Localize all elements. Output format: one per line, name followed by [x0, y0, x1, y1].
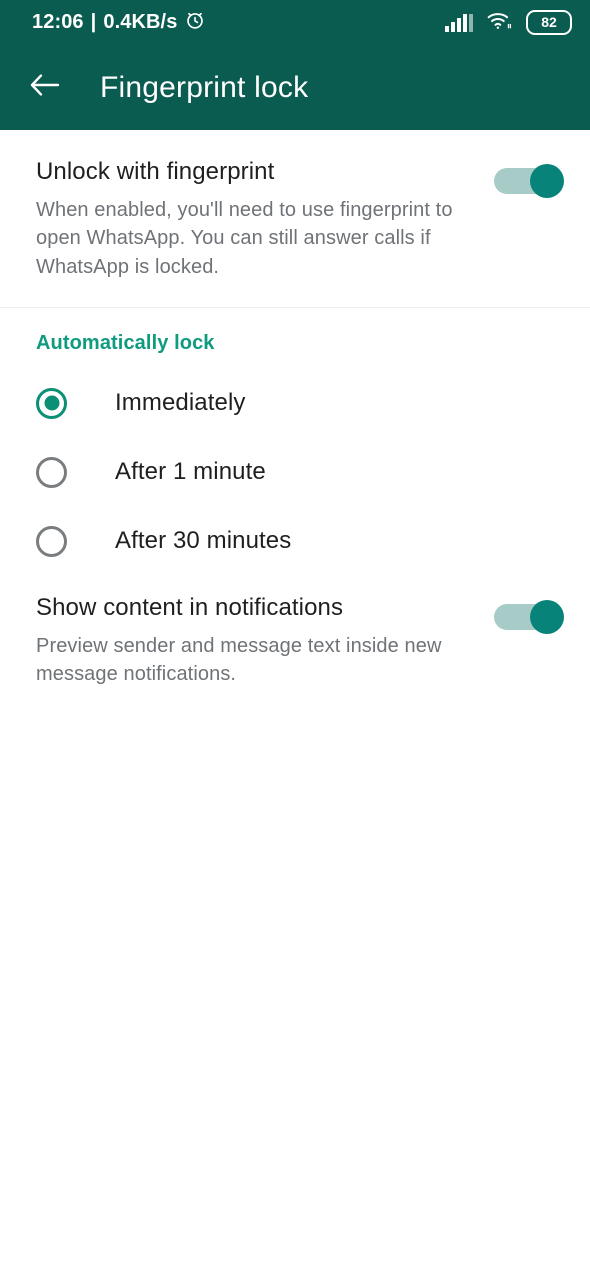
status-network-speed: 0.4KB/s	[103, 11, 178, 33]
unlock-with-fingerprint-title: Unlock with fingerprint	[36, 158, 275, 185]
radio-option-label: After 30 minutes	[115, 527, 292, 555]
signal-bars-icon	[445, 13, 473, 32]
unlock-with-fingerprint-description: When enabled, you'll need to use fingerp…	[36, 198, 453, 278]
show-content-in-notifications-text: Show content in notifications Preview se…	[36, 594, 494, 689]
wifi-icon	[486, 10, 513, 36]
automatically-lock-header: Automatically lock	[36, 331, 215, 354]
radio-option-after-30-minutes[interactable]: After 30 minutes	[0, 507, 590, 576]
toggle-thumb	[530, 599, 564, 634]
unlock-with-fingerprint-row[interactable]: Unlock with fingerprint When enabled, yo…	[0, 130, 590, 281]
radio-option-immediately[interactable]: Immediately	[0, 369, 590, 438]
back-arrow-icon	[29, 72, 61, 103]
radio-option-after-1-minute[interactable]: After 1 minute	[0, 438, 590, 507]
unlock-with-fingerprint-text: Unlock with fingerprint When enabled, yo…	[36, 158, 494, 281]
radio-button-unselected-icon[interactable]	[36, 525, 67, 557]
radio-button-selected-icon[interactable]	[36, 387, 67, 419]
status-time: 12:06	[32, 11, 84, 33]
status-separator: |	[90, 11, 97, 33]
back-button[interactable]	[28, 71, 62, 105]
page-title: Fingerprint lock	[100, 70, 309, 104]
settings-content: Unlock with fingerprint When enabled, yo…	[0, 130, 590, 689]
radio-button-unselected-icon[interactable]	[36, 456, 67, 488]
battery-indicator: 82	[526, 10, 572, 35]
radio-option-label: Immediately	[115, 389, 246, 417]
alarm-clock-icon	[184, 9, 206, 37]
unlock-with-fingerprint-toggle[interactable]	[494, 164, 564, 198]
toggle-thumb	[530, 164, 564, 198]
status-bar: 12:06 | 0.4KB/s 82	[0, 0, 590, 45]
show-content-in-notifications-row[interactable]: Show content in notifications Preview se…	[0, 576, 590, 689]
show-content-in-notifications-title: Show content in notifications	[36, 593, 344, 621]
phone-screen: 12:06 | 0.4KB/s 82 Fingerprint lock Unlo…	[0, 0, 590, 1280]
show-content-in-notifications-description: Preview sender and message text inside n…	[36, 634, 442, 686]
status-bar-right: 82	[445, 10, 572, 36]
show-content-in-notifications-toggle[interactable]	[494, 599, 564, 634]
status-bar-left: 12:06 | 0.4KB/s	[32, 9, 206, 37]
app-bar: Fingerprint lock	[0, 45, 590, 130]
automatically-lock-options: Immediately After 1 minute After 30 minu…	[0, 355, 590, 576]
radio-option-label: After 1 minute	[115, 458, 266, 486]
